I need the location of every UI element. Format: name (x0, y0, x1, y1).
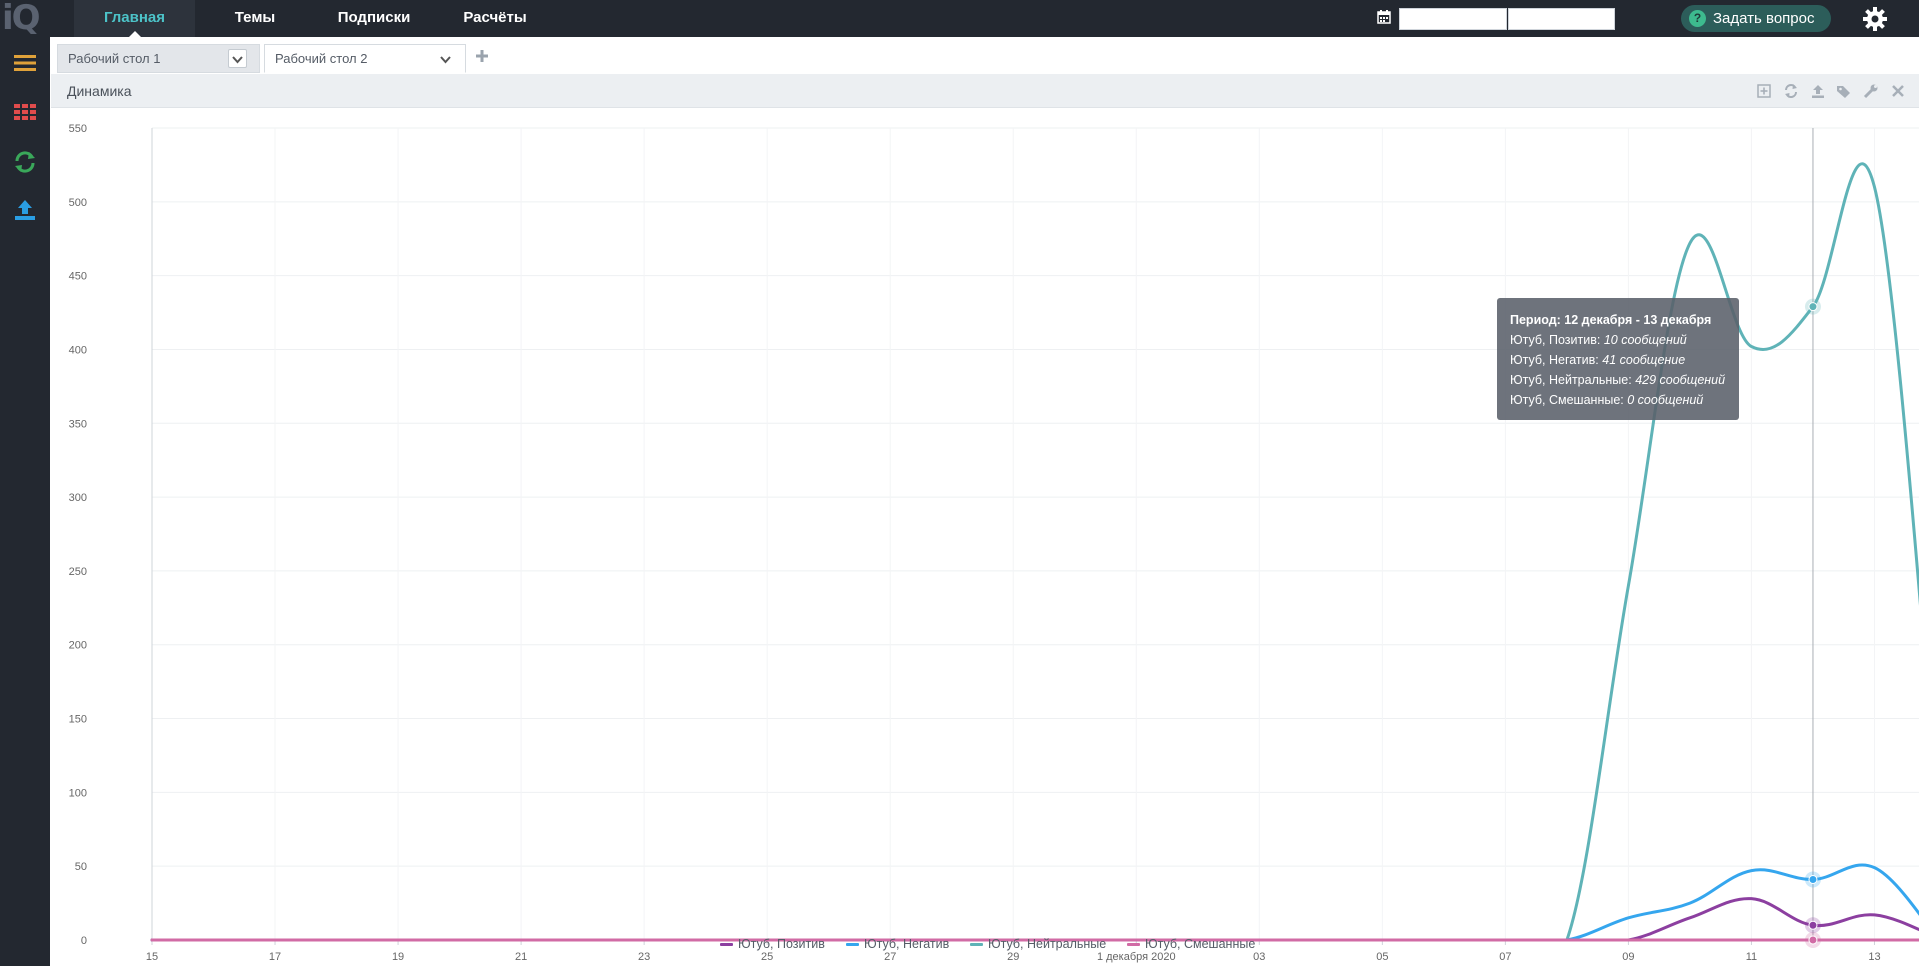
nav-tab-subscriptions[interactable]: Подписки (330, 0, 418, 37)
ask-question-button[interactable]: ? Задать вопрос (1681, 5, 1831, 32)
date-to-input[interactable] (1508, 8, 1615, 30)
legend-swatch-neutral (970, 943, 983, 946)
tooltip-row-neutral: Ютуб, Нейтральные: 429 сообщений (1510, 370, 1726, 390)
y-tick-label: 550 (69, 123, 87, 135)
workspace-tab-2-label: Рабочий стол 2 (275, 51, 368, 66)
chart-legend: Ютуб, Позитив Ютуб, Негатив Ютуб, Нейтра… (0, 934, 1919, 954)
date-from-input[interactable] (1399, 8, 1507, 30)
chart-series (150, 162, 1919, 942)
hover-point-negative (1808, 874, 1818, 884)
chevron-down-icon (232, 56, 243, 64)
y-tick-label: 450 (69, 271, 87, 283)
y-tick-label: 350 (69, 418, 87, 430)
refresh-icon[interactable] (1783, 83, 1799, 99)
chart-tooltip: Период: 12 декабря - 13 декабря Ютуб, По… (1497, 298, 1739, 420)
y-tick-label: 500 (69, 197, 87, 209)
nav-tab-subscriptions-label: Подписки (337, 9, 411, 26)
close-icon[interactable] (1890, 83, 1906, 99)
tooltip-label: Ютуб, Позитив: (1510, 333, 1601, 347)
tooltip-row-positive: Ютуб, Позитив: 10 сообщений (1510, 330, 1726, 350)
panel-title: Динамика (67, 83, 132, 99)
legend-label-positive: Ютуб, Позитив (738, 937, 825, 951)
y-tick-label: 200 (69, 640, 87, 652)
hover-point-neutral (1808, 302, 1818, 312)
nav-tab-calculations-label: Расчёты (463, 9, 527, 26)
tooltip-label: Ютуб, Негатив: (1510, 353, 1599, 367)
nav-tab-topics[interactable]: Темы (220, 0, 290, 37)
add-workspace-icon[interactable] (474, 48, 490, 64)
series-line-negative (150, 863, 1919, 942)
hover-point-positive (1808, 920, 1818, 930)
legend-label-negative: Ютуб, Негатив (864, 937, 950, 951)
ask-question-label: Задать вопрос (1713, 10, 1815, 27)
tooltip-value: 0 сообщений (1627, 393, 1704, 407)
legend-label-neutral: Ютуб, Нейтральные (988, 937, 1107, 951)
workspace-tab-2[interactable]: Рабочий стол 2 (264, 44, 466, 73)
tooltip-title: Период: 12 декабря - 13 декабря (1510, 313, 1712, 327)
question-icon: ? (1689, 10, 1706, 27)
workspace-tab-1-dropdown[interactable] (228, 49, 247, 68)
y-tick-label: 300 (69, 492, 87, 504)
chart-hover-markers (1804, 128, 1821, 948)
legend-swatch-mixed (1127, 943, 1140, 946)
settings-wrench-icon[interactable] (1863, 83, 1879, 99)
tooltip-value: 10 сообщений (1603, 333, 1687, 347)
tooltip-row-mixed: Ютуб, Смешанные: 0 сообщений (1510, 390, 1726, 410)
nav-tab-topics-label: Темы (234, 9, 276, 26)
series-line-neutral (150, 162, 1919, 942)
calendar-icon[interactable] (1377, 10, 1391, 24)
active-tab-caret (128, 31, 141, 37)
chevron-down-icon[interactable] (437, 51, 454, 68)
tooltip-label: Ютуб, Смешанные: (1510, 393, 1624, 407)
tooltip-value: 429 сообщений (1635, 373, 1726, 387)
tooltip-row-negative: Ютуб, Негатив: 41 сообщение (1510, 350, 1726, 370)
refresh-icon[interactable] (12, 149, 38, 175)
legend-swatch-positive (720, 943, 733, 946)
y-tick-label: 50 (75, 861, 87, 873)
legend-label-mixed: Ютуб, Смешанные (1145, 937, 1256, 951)
tooltip-label: Ютуб, Нейтральные: (1510, 373, 1632, 387)
panel-header: Динамика (51, 74, 1919, 108)
add-widget-icon[interactable] (1756, 83, 1772, 99)
menu-icon[interactable] (12, 50, 38, 76)
app-logo[interactable]: iQ (2, 0, 52, 37)
y-tick-label: 100 (69, 787, 87, 799)
nav-tab-calculations[interactable]: Расчёты (456, 0, 534, 37)
y-tick-label: 150 (69, 714, 87, 726)
legend-swatch-negative (846, 943, 859, 946)
top-bar: iQ Главная Темы Подписки Расчёты ? Задат… (0, 0, 1919, 37)
chart-axes: 05010015020025030035040045050055015 17 19 2… (69, 123, 1919, 963)
gear-icon[interactable] (1862, 6, 1888, 32)
dynamics-line-chart: 05010015020025030035040045050055015 17 19 2… (69, 123, 1919, 963)
tooltip-value: 41 сообщение (1602, 353, 1686, 367)
nav-tab-home[interactable]: Главная (74, 0, 195, 37)
chart-grid (151, 127, 1919, 941)
left-sidebar (0, 37, 50, 966)
y-tick-label: 250 (69, 566, 87, 578)
nav-tab-home-label: Главная (103, 9, 165, 26)
grid-icon[interactable] (12, 99, 38, 125)
upload-icon[interactable] (12, 197, 38, 223)
workspace-tab-1[interactable]: Рабочий стол 1 (57, 44, 260, 73)
tag-icon[interactable] (1836, 83, 1852, 99)
y-tick-label: 400 (69, 344, 87, 356)
workspace-tab-1-label: Рабочий стол 1 (68, 51, 161, 66)
export-icon[interactable] (1810, 83, 1826, 99)
